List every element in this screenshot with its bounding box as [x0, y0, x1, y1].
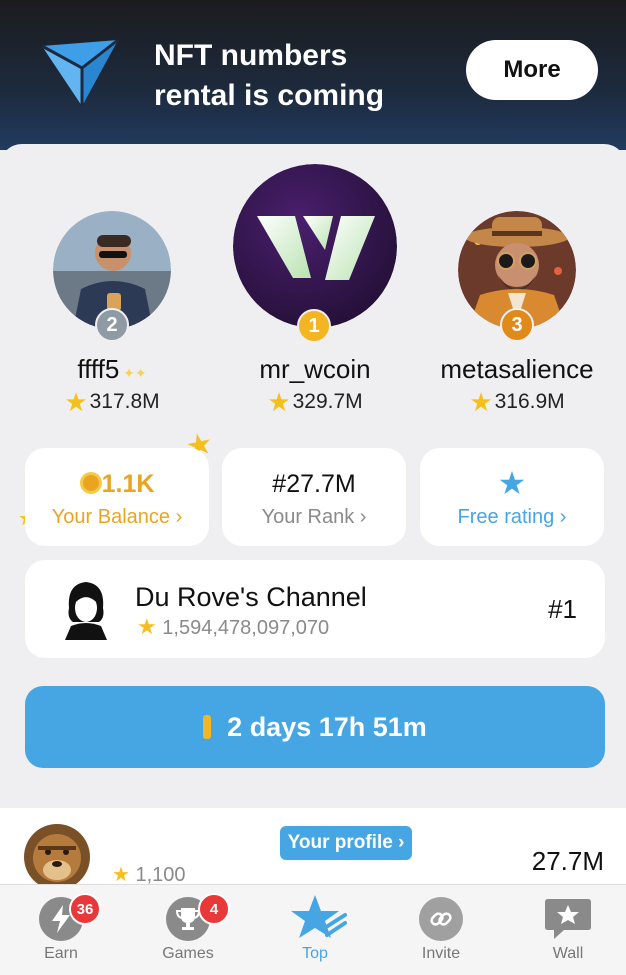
star-icon: ★	[469, 387, 493, 417]
nav-earn[interactable]: 36 Earn	[11, 885, 111, 975]
podium-avatar-2[interactable]: 2	[53, 211, 171, 342]
rank-label: Your Rank ›	[261, 506, 367, 528]
games-badge: 4	[198, 893, 230, 925]
star-icon	[291, 895, 347, 938]
star-icon: ★	[137, 614, 157, 639]
balance-label: Your Balance ›	[51, 506, 183, 528]
nav-games-label: Games	[162, 945, 214, 962]
earn-badge: 36	[69, 893, 101, 925]
nav-invite[interactable]: Invite	[391, 885, 491, 975]
nav-top-label: Top	[302, 945, 328, 962]
podium-name-2: ffff5 ✦✦	[22, 354, 202, 385]
podium-name-2-text: ffff5	[77, 354, 120, 384]
podium-avatar-1[interactable]: 1	[233, 164, 397, 343]
your-profile-button[interactable]: Your profile ›	[280, 826, 412, 860]
blue-star-icon: ★	[497, 465, 527, 501]
free-rating-card[interactable]: ★ Free rating ›	[420, 448, 604, 546]
paper-plane-logo-icon	[41, 38, 119, 106]
nav-wall[interactable]: Wall	[518, 885, 618, 975]
my-score-text: 1,100	[135, 864, 186, 886]
rank-value: #27.7M	[272, 470, 356, 498]
nav-earn-label: Earn	[44, 945, 78, 962]
chat-star-icon	[545, 899, 591, 939]
podium-name-3: metasalience	[440, 354, 594, 384]
coin-icon	[79, 472, 102, 494]
banner-text: NFT numbers rental is coming	[154, 36, 444, 116]
rank-card[interactable]: #27.7M Your Rank ›	[222, 448, 406, 546]
star-icon: ★	[267, 387, 291, 417]
channel-name: Du Rove's Channel	[135, 582, 367, 612]
balance-value: 1.1K	[25, 470, 209, 499]
podium-score-2: ★ 317.8M	[22, 389, 202, 415]
timer-label: 2 days 17h 51m	[227, 711, 427, 742]
banner-line-2: rental is coming	[154, 79, 385, 112]
nav-invite-label: Invite	[421, 945, 461, 962]
countdown-timer[interactable]: 2 days 17h 51m	[25, 686, 605, 768]
candle-icon	[203, 715, 212, 739]
rank-badge-2: 2	[95, 308, 129, 342]
rank-badge-3: 3	[500, 308, 534, 342]
podium-avatar-3[interactable]: 3	[458, 211, 576, 342]
nav-top[interactable]: Top	[265, 885, 365, 975]
channel-score: ★ 1,594,478,097,070	[137, 616, 329, 640]
nav-wall-label: Wall	[552, 945, 584, 962]
free-rating-label: Free rating ›	[457, 506, 567, 528]
link-icon	[419, 897, 463, 941]
podium-score-3-text: 316.9M	[494, 390, 565, 413]
podium-name-1: mr_wcoin	[259, 354, 371, 384]
more-button[interactable]: More	[466, 40, 598, 100]
nav-games[interactable]: 4 Games	[138, 885, 238, 975]
top-channel-card[interactable]: Du Rove's Channel ★ 1,594,478,097,070 #1	[25, 560, 605, 658]
channel-score-text: 1,594,478,097,070	[162, 617, 330, 639]
my-profile-row: Your profile › ★ 1,100 27.7M	[0, 808, 626, 888]
podium-score-3: ★ 316.9M	[427, 389, 607, 415]
balance-value-text: 1.1K	[101, 470, 155, 498]
podium-score-1: ★ 329.7M	[225, 389, 405, 415]
bottom-navigation: 36 Earn 4 Games Top Invite Wall	[0, 884, 626, 975]
balance-card[interactable]: 1.1K Your Balance ›	[25, 448, 209, 546]
channel-rank: #1	[548, 594, 577, 624]
sparkle-icon: ✦✦	[119, 365, 147, 381]
my-rank: 27.7M	[531, 846, 604, 876]
podium-score-2-text: 317.8M	[89, 390, 160, 413]
my-avatar[interactable]	[24, 824, 90, 888]
rank-badge-1: 1	[297, 309, 331, 343]
star-icon: ★	[64, 387, 88, 417]
channel-avatar	[65, 582, 107, 640]
promo-banner: NFT numbers rental is coming More	[0, 0, 626, 150]
star-icon: ★	[112, 864, 130, 886]
wcoin-logo-avatar	[233, 164, 397, 328]
podium-score-1-text: 329.7M	[292, 390, 363, 413]
banner-line-1: NFT numbers	[154, 39, 348, 72]
